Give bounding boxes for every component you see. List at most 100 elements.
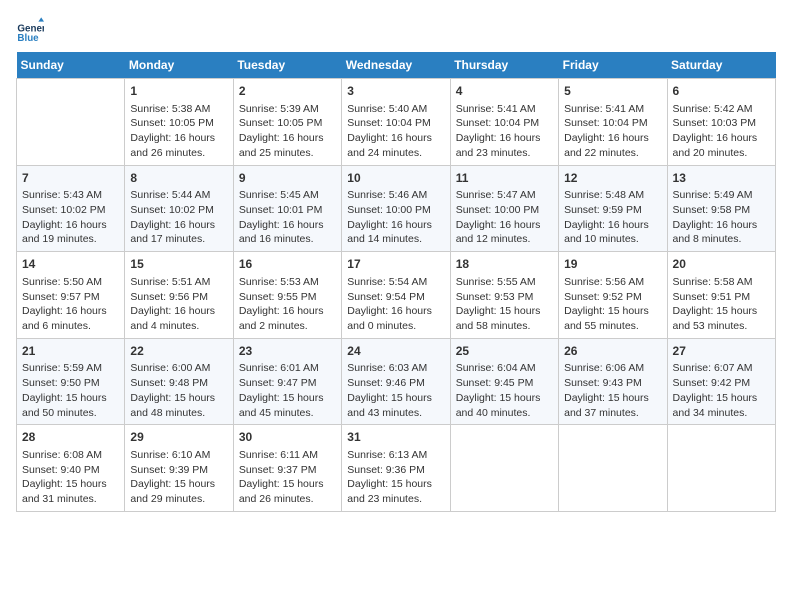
cell-text-line: Sunset: 9:52 PM — [564, 290, 661, 305]
cell-text-line: Daylight: 16 hours — [347, 218, 444, 233]
cell-text-line: Sunrise: 6:06 AM — [564, 361, 661, 376]
cell-text-line: Sunset: 10:00 PM — [456, 203, 553, 218]
calendar-cell: 30Sunrise: 6:11 AMSunset: 9:37 PMDayligh… — [233, 425, 341, 512]
cell-text-line: and 37 minutes. — [564, 406, 661, 421]
cell-text-line: and 43 minutes. — [347, 406, 444, 421]
cell-text-line: Sunrise: 5:59 AM — [22, 361, 119, 376]
day-number: 10 — [347, 170, 444, 187]
day-number: 12 — [564, 170, 661, 187]
day-number: 21 — [22, 343, 119, 360]
calendar-cell: 4Sunrise: 5:41 AMSunset: 10:04 PMDayligh… — [450, 79, 558, 166]
cell-text-line: Sunrise: 6:08 AM — [22, 448, 119, 463]
cell-text-line: Sunrise: 5:50 AM — [22, 275, 119, 290]
day-number: 3 — [347, 83, 444, 100]
day-number: 5 — [564, 83, 661, 100]
cell-text-line: Sunrise: 5:42 AM — [673, 102, 770, 117]
cell-text-line: Daylight: 15 hours — [347, 477, 444, 492]
cell-text-line: Sunset: 10:04 PM — [564, 116, 661, 131]
cell-text-line: Daylight: 16 hours — [22, 218, 119, 233]
cell-text-line: Sunrise: 5:41 AM — [564, 102, 661, 117]
cell-text-line: Daylight: 15 hours — [673, 304, 770, 319]
day-number: 2 — [239, 83, 336, 100]
cell-text-line: and 25 minutes. — [239, 146, 336, 161]
cell-text-line: Sunset: 9:42 PM — [673, 376, 770, 391]
cell-text-line: Daylight: 15 hours — [22, 391, 119, 406]
calendar-cell: 24Sunrise: 6:03 AMSunset: 9:46 PMDayligh… — [342, 338, 450, 425]
day-number: 6 — [673, 83, 770, 100]
cell-text-line: and 19 minutes. — [22, 232, 119, 247]
cell-text-line: Sunset: 9:37 PM — [239, 463, 336, 478]
cell-text-line: Daylight: 15 hours — [456, 304, 553, 319]
header: General Blue — [16, 16, 776, 44]
cell-text-line: and 34 minutes. — [673, 406, 770, 421]
calendar-cell: 6Sunrise: 5:42 AMSunset: 10:03 PMDayligh… — [667, 79, 775, 166]
header-day-sunday: Sunday — [17, 52, 125, 79]
cell-text-line: and 45 minutes. — [239, 406, 336, 421]
cell-text-line: Sunset: 9:51 PM — [673, 290, 770, 305]
cell-text-line: Daylight: 16 hours — [130, 131, 227, 146]
day-number: 8 — [130, 170, 227, 187]
week-row-2: 7Sunrise: 5:43 AMSunset: 10:02 PMDayligh… — [17, 165, 776, 252]
calendar-cell: 21Sunrise: 5:59 AMSunset: 9:50 PMDayligh… — [17, 338, 125, 425]
cell-text-line: and 4 minutes. — [130, 319, 227, 334]
day-number: 14 — [22, 256, 119, 273]
calendar-cell: 19Sunrise: 5:56 AMSunset: 9:52 PMDayligh… — [559, 252, 667, 339]
cell-text-line: Daylight: 16 hours — [347, 131, 444, 146]
cell-text-line: Sunrise: 6:01 AM — [239, 361, 336, 376]
cell-text-line: Sunrise: 6:03 AM — [347, 361, 444, 376]
calendar-cell: 13Sunrise: 5:49 AMSunset: 9:58 PMDayligh… — [667, 165, 775, 252]
cell-text-line: Sunset: 9:45 PM — [456, 376, 553, 391]
day-number: 1 — [130, 83, 227, 100]
cell-text-line: and 17 minutes. — [130, 232, 227, 247]
calendar-cell: 16Sunrise: 5:53 AMSunset: 9:55 PMDayligh… — [233, 252, 341, 339]
cell-text-line: Sunset: 9:58 PM — [673, 203, 770, 218]
cell-text-line: Sunrise: 5:44 AM — [130, 188, 227, 203]
cell-text-line: and 2 minutes. — [239, 319, 336, 334]
calendar-cell: 9Sunrise: 5:45 AMSunset: 10:01 PMDayligh… — [233, 165, 341, 252]
cell-text-line: Sunrise: 5:46 AM — [347, 188, 444, 203]
header-day-friday: Friday — [559, 52, 667, 79]
day-number: 26 — [564, 343, 661, 360]
cell-text-line: Daylight: 16 hours — [239, 131, 336, 146]
cell-text-line: and 23 minutes. — [347, 492, 444, 507]
cell-text-line: Sunset: 10:04 PM — [456, 116, 553, 131]
cell-text-line: Sunset: 10:02 PM — [130, 203, 227, 218]
calendar-cell: 3Sunrise: 5:40 AMSunset: 10:04 PMDayligh… — [342, 79, 450, 166]
cell-text-line: and 6 minutes. — [22, 319, 119, 334]
cell-text-line: Daylight: 15 hours — [130, 477, 227, 492]
calendar-cell: 8Sunrise: 5:44 AMSunset: 10:02 PMDayligh… — [125, 165, 233, 252]
day-number: 31 — [347, 429, 444, 446]
calendar-cell: 18Sunrise: 5:55 AMSunset: 9:53 PMDayligh… — [450, 252, 558, 339]
day-number: 25 — [456, 343, 553, 360]
cell-text-line: and 53 minutes. — [673, 319, 770, 334]
cell-text-line: and 26 minutes. — [239, 492, 336, 507]
cell-text-line: Sunset: 9:39 PM — [130, 463, 227, 478]
calendar-cell: 10Sunrise: 5:46 AMSunset: 10:00 PMDaylig… — [342, 165, 450, 252]
cell-text-line: Sunrise: 5:41 AM — [456, 102, 553, 117]
calendar-cell: 27Sunrise: 6:07 AMSunset: 9:42 PMDayligh… — [667, 338, 775, 425]
cell-text-line: Sunset: 10:05 PM — [130, 116, 227, 131]
header-day-tuesday: Tuesday — [233, 52, 341, 79]
cell-text-line: Daylight: 16 hours — [456, 131, 553, 146]
cell-text-line: Sunrise: 5:48 AM — [564, 188, 661, 203]
cell-text-line: Sunrise: 5:51 AM — [130, 275, 227, 290]
logo-icon: General Blue — [16, 16, 44, 44]
calendar-cell — [667, 425, 775, 512]
cell-text-line: and 10 minutes. — [564, 232, 661, 247]
cell-text-line: and 55 minutes. — [564, 319, 661, 334]
calendar-cell: 28Sunrise: 6:08 AMSunset: 9:40 PMDayligh… — [17, 425, 125, 512]
day-number: 16 — [239, 256, 336, 273]
cell-text-line: Sunrise: 5:49 AM — [673, 188, 770, 203]
cell-text-line: Sunset: 10:03 PM — [673, 116, 770, 131]
cell-text-line: Sunrise: 5:55 AM — [456, 275, 553, 290]
cell-text-line: Daylight: 15 hours — [239, 391, 336, 406]
calendar-cell: 31Sunrise: 6:13 AMSunset: 9:36 PMDayligh… — [342, 425, 450, 512]
cell-text-line: Sunset: 9:43 PM — [564, 376, 661, 391]
cell-text-line: and 50 minutes. — [22, 406, 119, 421]
calendar-cell: 20Sunrise: 5:58 AMSunset: 9:51 PMDayligh… — [667, 252, 775, 339]
week-row-4: 21Sunrise: 5:59 AMSunset: 9:50 PMDayligh… — [17, 338, 776, 425]
cell-text-line: Daylight: 16 hours — [239, 218, 336, 233]
calendar-cell: 29Sunrise: 6:10 AMSunset: 9:39 PMDayligh… — [125, 425, 233, 512]
cell-text-line: Sunrise: 6:11 AM — [239, 448, 336, 463]
cell-text-line: Sunset: 10:02 PM — [22, 203, 119, 218]
